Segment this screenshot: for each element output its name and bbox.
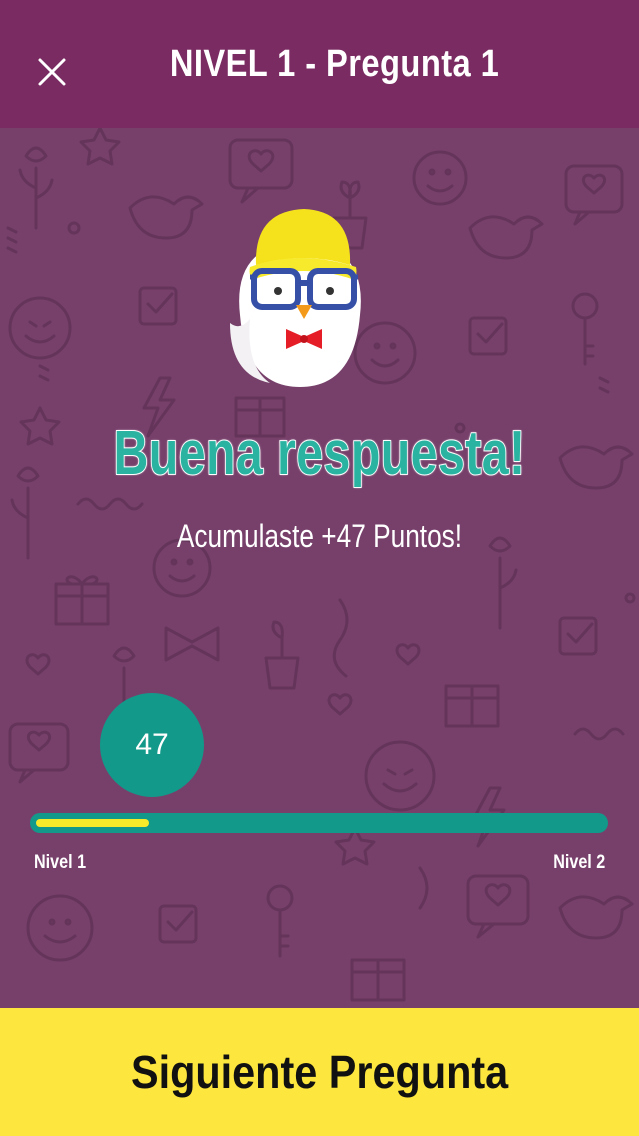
chick-mascot-icon [220,205,380,395]
next-question-button[interactable]: Siguiente Pregunta [0,1008,639,1136]
next-level-label: Nivel 2 [552,852,605,873]
next-question-label: Siguiente Pregunta [130,1046,509,1098]
score-value: 47 [135,728,169,761]
level-progress-fill [36,819,150,827]
page-title: NIVEL 1 - Pregunta 1 [169,42,500,85]
level-progress-bar [30,813,608,833]
close-icon [38,58,66,86]
points-message: Acumulaste +47 Puntos! [176,518,463,554]
result-headline: Buena respuesta! [113,418,526,489]
top-bar: NIVEL 1 - Pregunta 1 [0,0,639,128]
close-button[interactable] [28,48,76,96]
score-bubble: 47 [100,693,204,797]
current-level-label: Nivel 1 [34,852,87,873]
